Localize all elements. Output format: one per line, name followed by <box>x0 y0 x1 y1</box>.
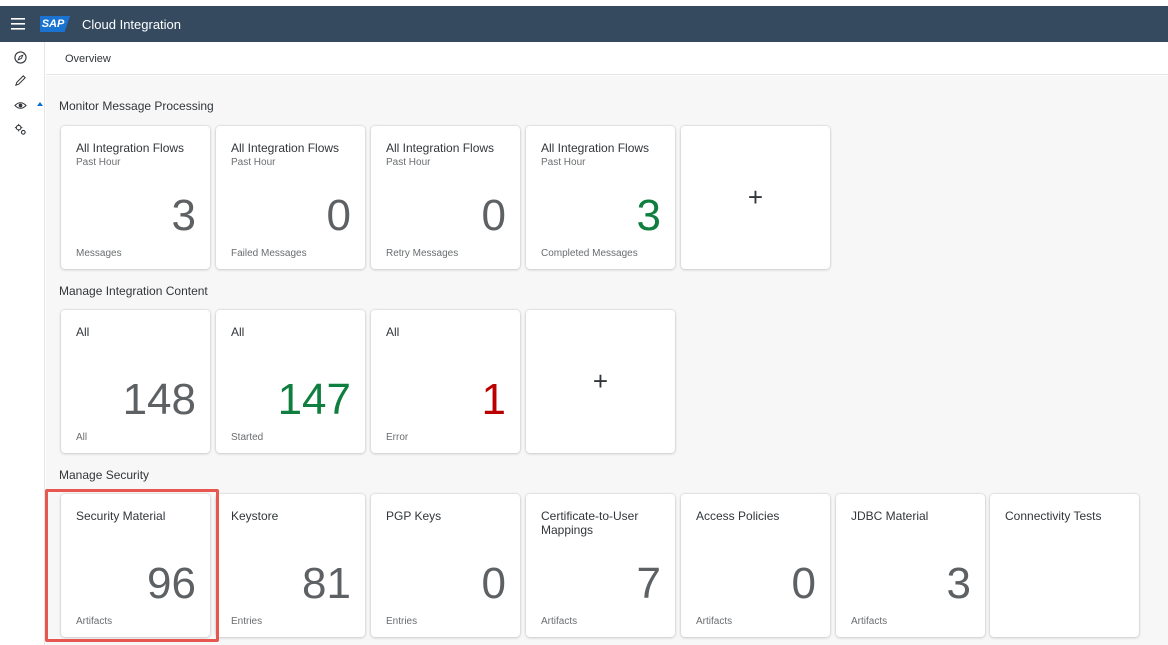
tile-content-started[interactable]: All 147 Started <box>216 310 365 453</box>
tile-certificate-to-user-mappings[interactable]: Certificate-to-User Mappings 7 Artifacts <box>526 494 675 637</box>
tile-footer: Entries <box>231 616 263 627</box>
tile-jdbc-material[interactable]: JDBC Material 3 Artifacts <box>836 494 985 637</box>
tile-title: All Integration Flows <box>541 141 650 155</box>
tile-subtitle: Past Hour <box>76 157 121 168</box>
tile-footer: Failed Messages <box>231 248 307 259</box>
tile-title: Connectivity Tests <box>1005 509 1102 523</box>
tile-footer: Entries <box>386 616 418 627</box>
app-title: Cloud Integration <box>82 16 182 32</box>
side-navigation <box>0 42 45 645</box>
tile-value: 0 <box>481 191 506 240</box>
sap-logo[interactable]: SAP <box>40 16 70 32</box>
tile-content-all[interactable]: All 148 All <box>61 310 210 453</box>
tile-title: JDBC Material <box>851 509 929 523</box>
breadcrumb-bar: Overview <box>46 42 1168 75</box>
tile-value: 0 <box>791 559 816 608</box>
menu-icon[interactable] <box>0 6 36 42</box>
tile-value: 81 <box>302 559 351 608</box>
tile-value: 147 <box>277 375 351 424</box>
tile-value: 3 <box>946 559 971 608</box>
tile-title: All Integration Flows <box>76 141 185 155</box>
tile-title: Security Material <box>76 509 166 523</box>
tile-footer: Messages <box>76 248 122 259</box>
section-title-security: Manage Security <box>59 468 150 482</box>
tile-access-policies[interactable]: Access Policies 0 Artifacts <box>681 494 830 637</box>
tile-title: All Integration Flows <box>386 141 495 155</box>
tile-value: 0 <box>481 559 506 608</box>
tile-failed-messages[interactable]: All Integration Flows Past Hour 0 Failed… <box>216 126 365 269</box>
tile-content-error[interactable]: All 1 Error <box>371 310 520 453</box>
monitor-eye-icon[interactable] <box>0 94 40 116</box>
tile-value: 0 <box>326 191 351 240</box>
section-title-content: Manage Integration Content <box>59 284 208 298</box>
plus-icon: + <box>592 366 609 396</box>
tile-value: 96 <box>147 559 196 608</box>
add-content-tile-button[interactable]: + <box>526 310 675 453</box>
tile-footer: Artifacts <box>541 616 578 627</box>
tile-keystore[interactable]: Keystore 81 Entries <box>216 494 365 637</box>
breadcrumb[interactable]: Overview <box>65 53 111 65</box>
plus-icon: + <box>747 182 764 212</box>
section-title-monitor: Monitor Message Processing <box>59 99 214 113</box>
tile-value: 7 <box>636 559 661 608</box>
tile-footer: Started <box>231 432 264 443</box>
discover-icon[interactable] <box>0 46 40 68</box>
tile-title: All <box>386 325 400 339</box>
tile-subtitle: Past Hour <box>386 157 431 168</box>
tile-title: Certificate-to-User Mappings <box>541 509 639 537</box>
tile-subtitle: Past Hour <box>541 157 586 168</box>
tile-title: PGP Keys <box>386 509 442 523</box>
add-monitor-tile-button[interactable]: + <box>681 126 830 269</box>
tile-completed-messages[interactable]: All Integration Flows Past Hour 3 Comple… <box>526 126 675 269</box>
tile-value: 1 <box>481 375 506 424</box>
tile-footer: Completed Messages <box>541 248 638 259</box>
tile-connectivity-tests[interactable]: Connectivity Tests <box>990 494 1139 637</box>
tile-footer: Artifacts <box>696 616 733 627</box>
tile-footer: Error <box>386 432 409 443</box>
tile-footer: All <box>76 432 88 443</box>
overview-content: Monitor Message Processing All Integrati… <box>46 76 1168 645</box>
tile-footer: Artifacts <box>76 616 113 627</box>
tile-title: All Integration Flows <box>231 141 340 155</box>
tile-footer: Artifacts <box>851 616 888 627</box>
design-pencil-icon[interactable] <box>0 69 40 91</box>
tile-title: All <box>231 325 245 339</box>
tile-value: 148 <box>122 375 196 424</box>
settings-gear-icon[interactable] <box>0 118 40 140</box>
tile-title: Access Policies <box>696 509 780 523</box>
tile-title: Keystore <box>231 509 279 523</box>
tile-value: 3 <box>636 191 661 240</box>
tile-pgp-keys[interactable]: PGP Keys 0 Entries <box>371 494 520 637</box>
tile-retry-messages[interactable]: All Integration Flows Past Hour 0 Retry … <box>371 126 520 269</box>
tile-footer: Retry Messages <box>386 248 459 259</box>
tile-title: All <box>76 325 90 339</box>
shell-bar: SAP Cloud Integration <box>0 6 1168 42</box>
tile-security-material[interactable]: Security Material 96 Artifacts <box>61 494 210 637</box>
tile-all-messages[interactable]: All Integration Flows Past Hour 3 Messag… <box>61 126 210 269</box>
tile-value: 3 <box>171 191 196 240</box>
tile-subtitle: Past Hour <box>231 157 276 168</box>
